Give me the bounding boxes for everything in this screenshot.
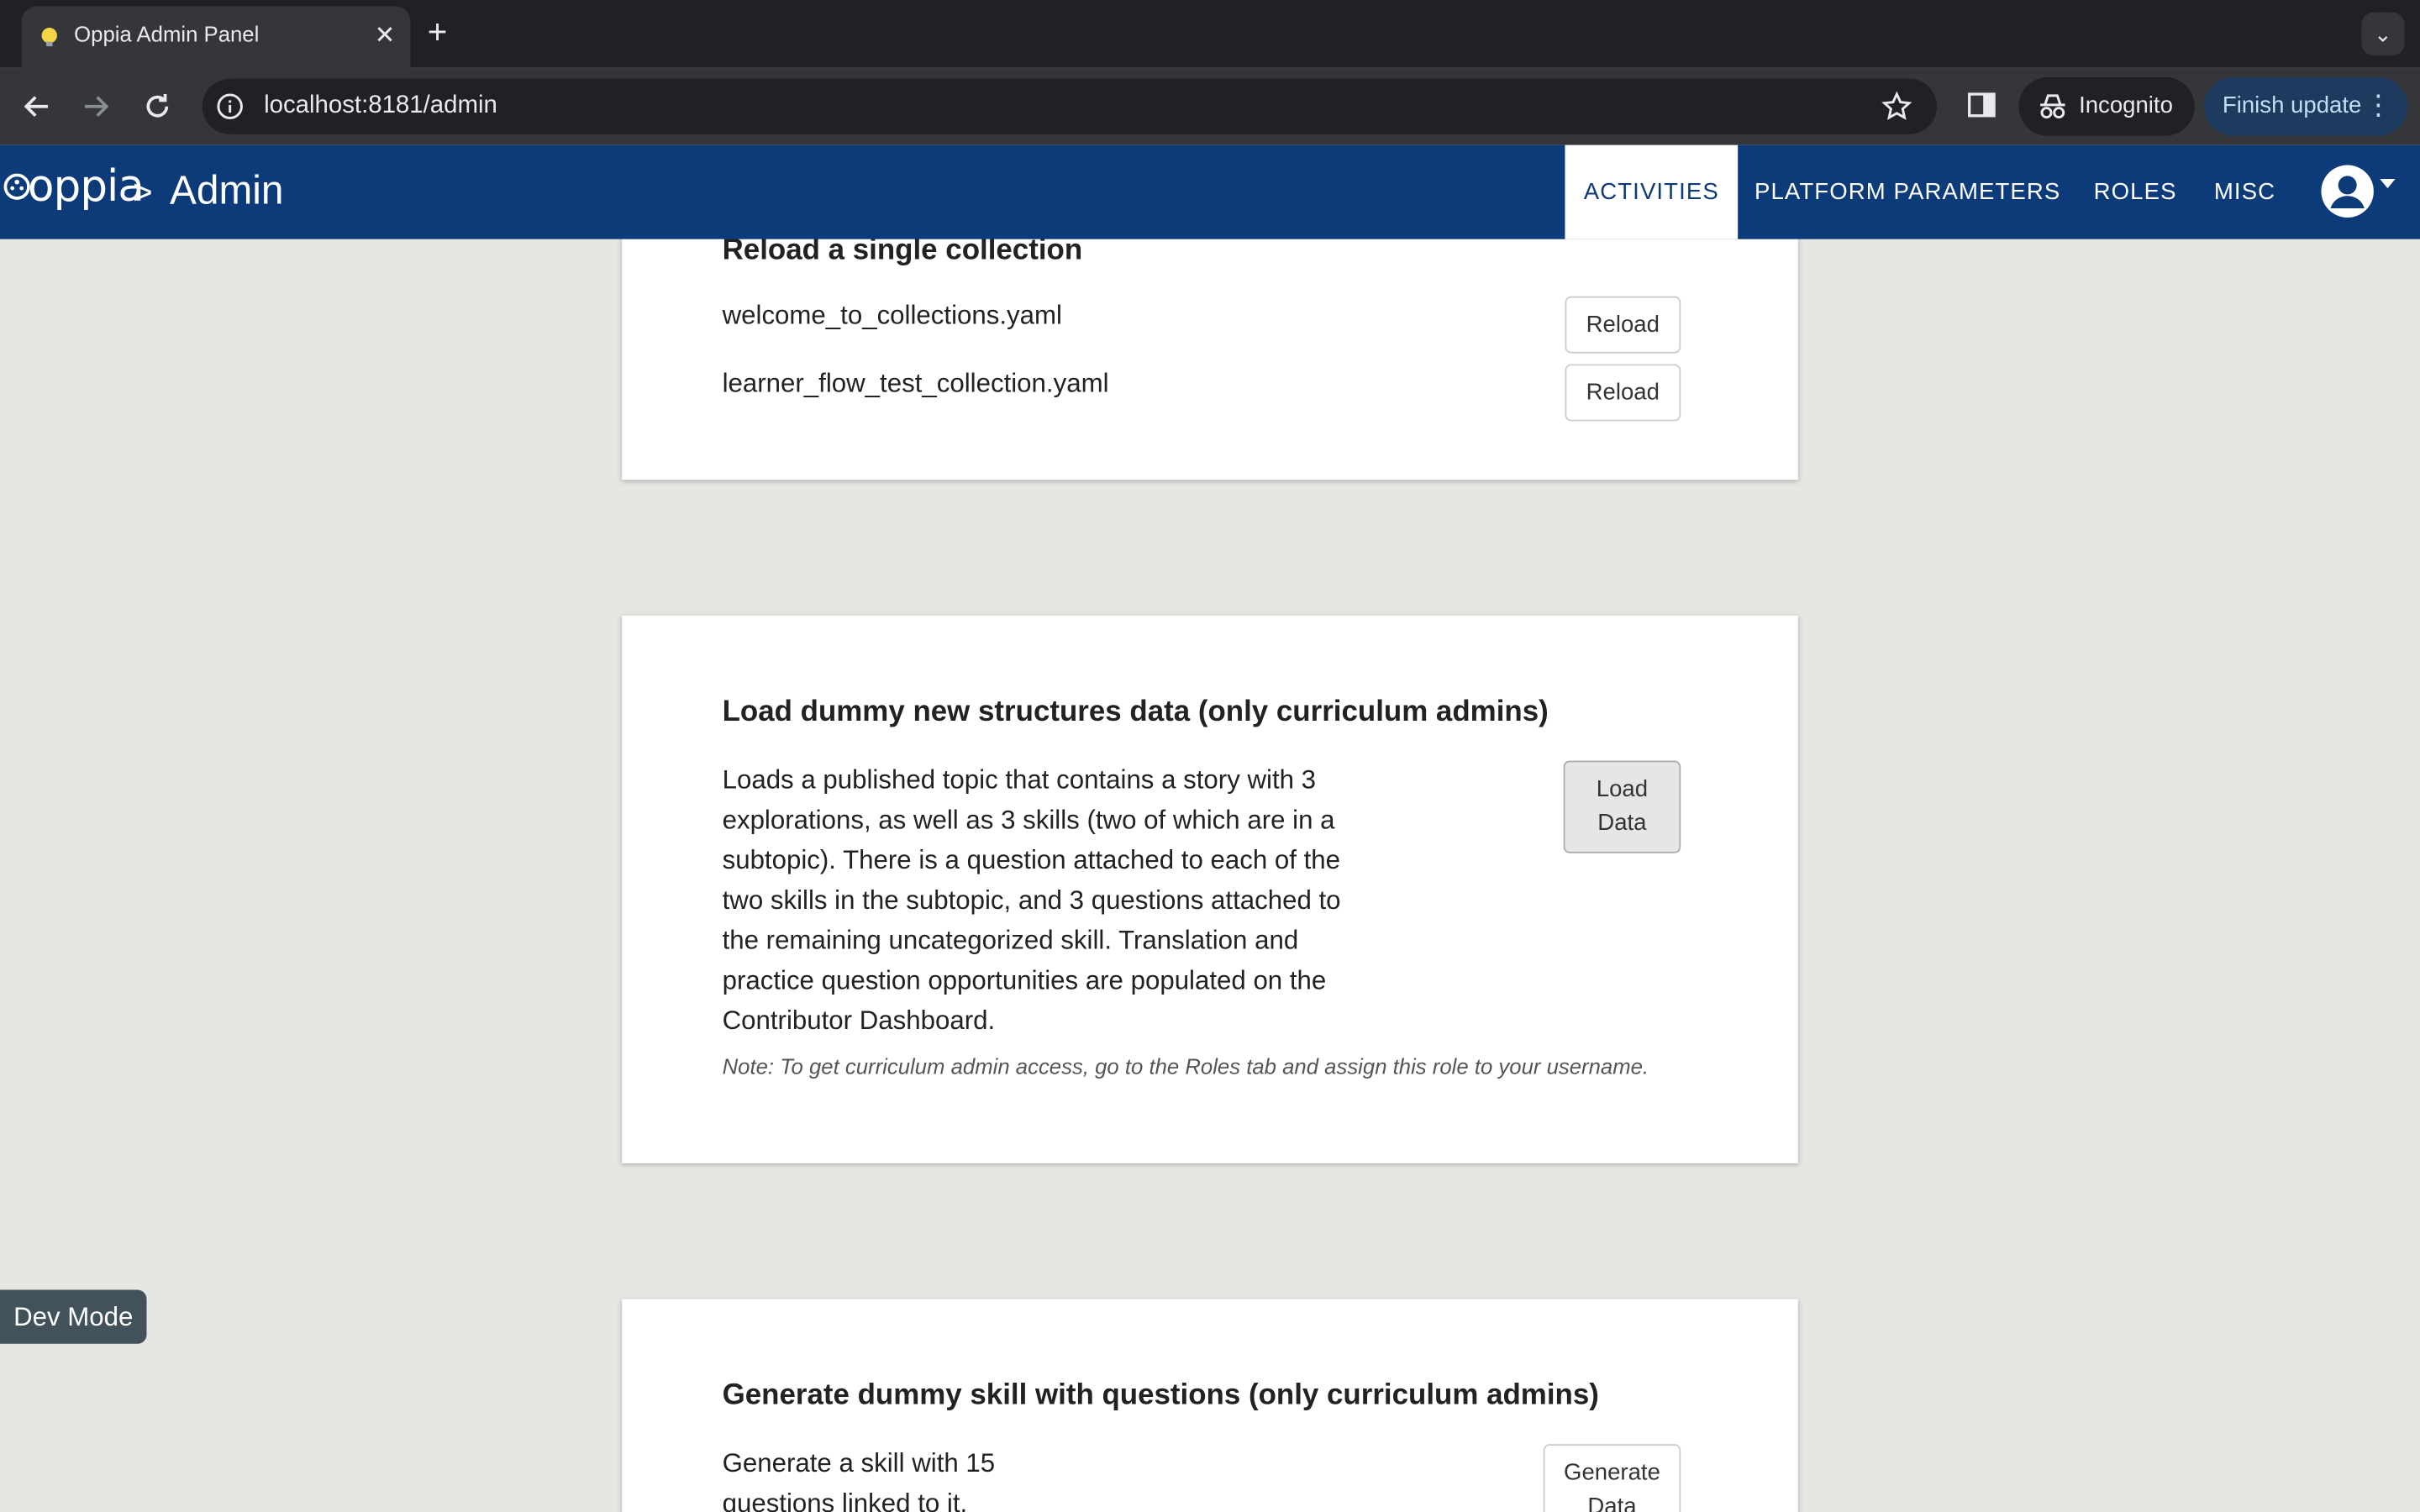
reload-collection-card: Reload a single collection welcome_to_co… bbox=[622, 200, 1798, 480]
collection-file-name: learner_flow_test_collection.yaml bbox=[722, 368, 1109, 398]
breadcrumb-page: Admin bbox=[170, 166, 284, 213]
forward-arrow-icon[interactable] bbox=[77, 88, 114, 125]
incognito-indicator[interactable]: Incognito bbox=[2018, 76, 2195, 136]
button-line: Generate bbox=[1564, 1459, 1660, 1486]
breadcrumb-separator: > bbox=[132, 172, 153, 212]
address-bar[interactable]: localhost:8181/admin bbox=[202, 78, 1938, 134]
url-text: localhost:8181/admin bbox=[264, 92, 497, 119]
collection-file-name: welcome_to_collections.yaml bbox=[722, 301, 1062, 331]
more-options-icon[interactable]: ⋮ bbox=[2365, 90, 2392, 123]
browser-toolbar: localhost:8181/admin Incognito Finish up… bbox=[0, 67, 2420, 145]
tab-misc[interactable]: MISC bbox=[2202, 145, 2287, 239]
oppia-logo-icon[interactable] bbox=[3, 173, 31, 201]
site-info-icon[interactable] bbox=[216, 92, 244, 120]
card-note: Note: To get curriculum admin access, go… bbox=[722, 1053, 1649, 1079]
button-line: Load bbox=[1596, 775, 1649, 803]
reload-icon[interactable] bbox=[139, 88, 176, 125]
reload-button[interactable]: Reload bbox=[1565, 364, 1681, 422]
tab-roles[interactable]: ROLES bbox=[2084, 145, 2187, 239]
browser-tabbar: Oppia Admin Panel ✕ + ⌄ bbox=[0, 0, 2420, 68]
button-line: Data bbox=[1587, 1493, 1637, 1512]
new-tab-icon[interactable]: + bbox=[428, 13, 448, 51]
generate-data-button[interactable]: Generate Data bbox=[1543, 1444, 1681, 1512]
button-line: Data bbox=[1597, 810, 1647, 837]
tab-title: Oppia Admin Panel bbox=[74, 21, 260, 47]
side-panel-icon[interactable] bbox=[1965, 88, 1998, 122]
bookmark-star-icon[interactable] bbox=[1881, 91, 1912, 122]
tab-platform-parameters[interactable]: PLATFORM PARAMETERS bbox=[1745, 145, 2070, 239]
incognito-label: Incognito bbox=[2079, 92, 2173, 119]
dummy-structures-card: Load dummy new structures data (only cur… bbox=[622, 615, 1798, 1163]
back-arrow-icon[interactable] bbox=[18, 88, 55, 125]
reload-button[interactable]: Reload bbox=[1565, 296, 1681, 354]
finish-update-button[interactable]: Finish update ⋮ bbox=[2203, 76, 2408, 136]
load-data-button[interactable]: Load Data bbox=[1563, 760, 1681, 853]
tab-activities[interactable]: ACTIVITIES bbox=[1565, 144, 1739, 239]
card-description: Loads a published topic that contains a … bbox=[722, 765, 1341, 1036]
dummy-skill-card: Generate dummy skill with questions (onl… bbox=[622, 1299, 1798, 1512]
app-header: oppia > Admin ACTIVITIES PLATFORM PARAME… bbox=[0, 144, 2420, 239]
browser-tab[interactable]: Oppia Admin Panel ✕ bbox=[21, 6, 411, 68]
tab-search-icon[interactable]: ⌄ bbox=[2361, 12, 2405, 56]
finish-update-label: Finish update bbox=[2222, 92, 2362, 119]
chevron-down-icon[interactable] bbox=[2380, 179, 2396, 189]
dev-mode-badge: Dev Mode bbox=[0, 1289, 147, 1344]
user-avatar-icon[interactable] bbox=[2321, 165, 2374, 218]
card-description: Generate a skill with 15 questions linke… bbox=[722, 1448, 996, 1512]
incognito-icon bbox=[2040, 94, 2065, 119]
card-title: Load dummy new structures data (only cur… bbox=[722, 696, 1549, 728]
card-title: Generate dummy skill with questions (onl… bbox=[722, 1379, 1599, 1412]
close-tab-icon[interactable]: ✕ bbox=[375, 20, 396, 51]
lightbulb-favicon-icon bbox=[41, 28, 57, 47]
card-title: Reload a single collection bbox=[722, 234, 1083, 267]
oppia-logo-text[interactable]: oppia bbox=[28, 160, 145, 212]
